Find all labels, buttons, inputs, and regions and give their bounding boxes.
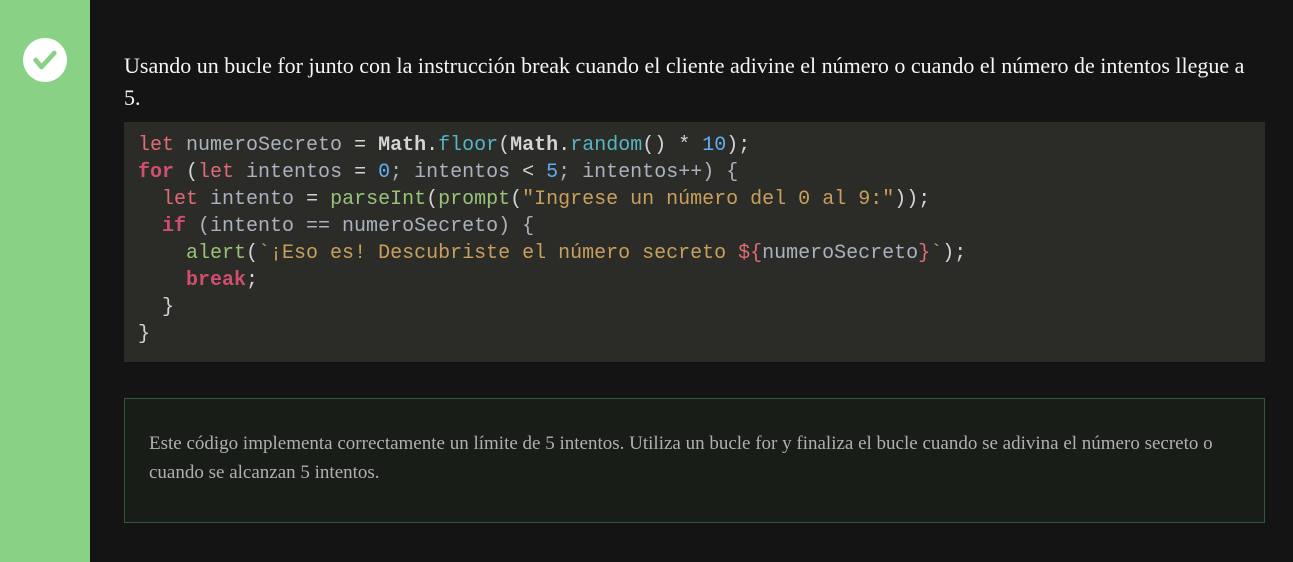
answer-card: Usando un bucle for junto con la instruc… xyxy=(0,0,1293,562)
keyword-if: if xyxy=(162,215,186,238)
answer-content: Usando un bucle for junto con la instruc… xyxy=(90,0,1293,562)
check-icon xyxy=(23,38,67,82)
status-sidebar xyxy=(0,0,90,562)
feedback-text: Este código implementa correctamente un … xyxy=(149,433,1213,483)
answer-description: Usando un bucle for junto con la instruc… xyxy=(124,50,1265,114)
keyword-let: let xyxy=(138,134,174,157)
keyword-for: for xyxy=(138,161,174,184)
code-block: let numeroSecreto = Math.floor(Math.rand… xyxy=(124,122,1265,362)
feedback-box: Este código implementa correctamente un … xyxy=(124,398,1265,523)
keyword-break: break xyxy=(186,269,246,292)
